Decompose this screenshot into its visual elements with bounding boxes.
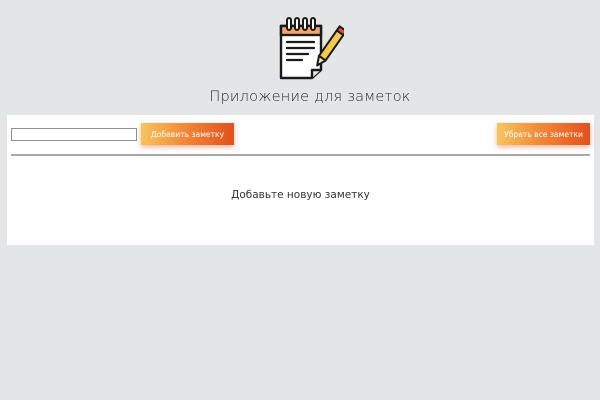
clear-all-notes-button[interactable]: Убрать все заметки (497, 123, 590, 145)
notes-panel: Добавить заметку Убрать все заметки Доба… (7, 115, 594, 245)
add-note-button[interactable]: Добавить заметку (141, 123, 234, 145)
note-input[interactable] (11, 128, 137, 141)
divider (11, 154, 590, 156)
empty-notes-message: Добавьте новую заметку (231, 189, 370, 201)
notepad-with-pencil-icon (279, 17, 344, 80)
page-title: Приложение для заметок (209, 89, 411, 105)
